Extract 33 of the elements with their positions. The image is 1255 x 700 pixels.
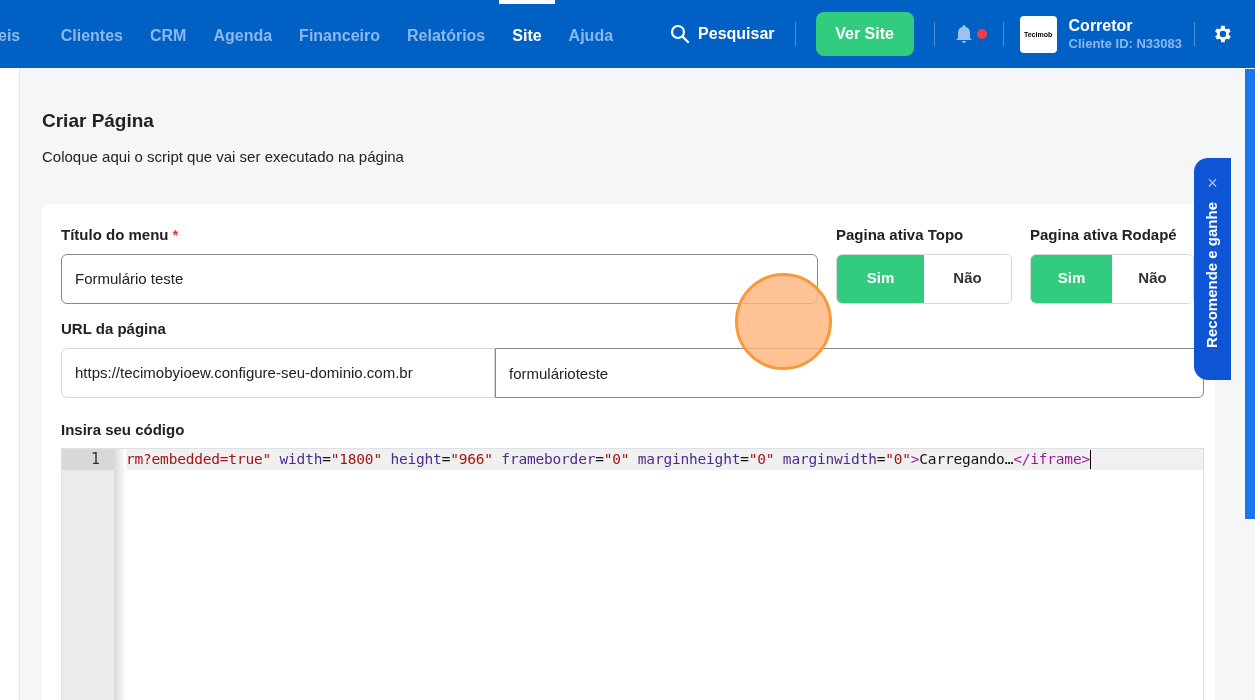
nav-tab[interactable]: Relatórios — [393, 0, 499, 68]
toggle-option[interactable]: Sim — [1031, 254, 1112, 303]
url-prefix: https://tecimobyioew.configure-seu-dominio.com.br — [61, 348, 495, 398]
text-cursor — [1089, 449, 1091, 469]
bell-icon — [954, 24, 973, 44]
input-field[interactable]: Formulário teste — [61, 253, 818, 304]
required-mark: * — [172, 225, 179, 245]
field-label: Título do menu — [61, 225, 169, 245]
notifications-button[interactable] — [954, 24, 987, 44]
search-button[interactable]: Pesquisar — [670, 22, 775, 46]
referral-tab[interactable]: × Recomende e ganhe — [1194, 158, 1231, 380]
nav-tab[interactable]: Ajuda — [555, 0, 627, 68]
nav-tab[interactable]: Agenda — [199, 0, 286, 68]
field-label: Pagina ativa Rodapé — [1030, 225, 1178, 245]
line-number: 1 — [62, 448, 114, 470]
toggle-option[interactable]: Sim — [837, 254, 924, 303]
input-field[interactable]: formulárioteste — [495, 348, 1204, 398]
nav-tab[interactable]: CRM — [136, 0, 200, 68]
nav-tab[interactable]: Financeiro — [285, 0, 394, 68]
code-line: rm?embedded=true" width="1800" height="966" frameborder="0" marginheight="0" marginwidth="0">Carregando…</iframe> — [126, 449, 1090, 469]
page-title: Criar Página — [42, 109, 155, 133]
search-icon — [670, 24, 691, 44]
referral-label: Recomende e ganhe — [1202, 202, 1222, 348]
scrollbar-thumb[interactable] — [1245, 69, 1255, 519]
page-subtitle: Coloque aqui o script que vai ser executado na página — [42, 146, 405, 167]
nav-tab[interactable]: Clientes — [47, 0, 137, 68]
close-button[interactable]: × — [1207, 174, 1218, 192]
client-id: Cliente ID: N33083 — [1068, 35, 1182, 53]
field-label: Pagina ativa Topo — [836, 225, 965, 245]
code-editor[interactable]: 1 rm?embedded=true" width="1800" height="966" frameborder="0" marginheight="0" marginwidth="0">Carregando…</iframe> — [61, 447, 1204, 700]
field-label: Insira seu código — [61, 420, 186, 440]
user-name: Corretor — [1068, 15, 1134, 36]
view-site-button[interactable]: Ver Site — [815, 12, 914, 56]
